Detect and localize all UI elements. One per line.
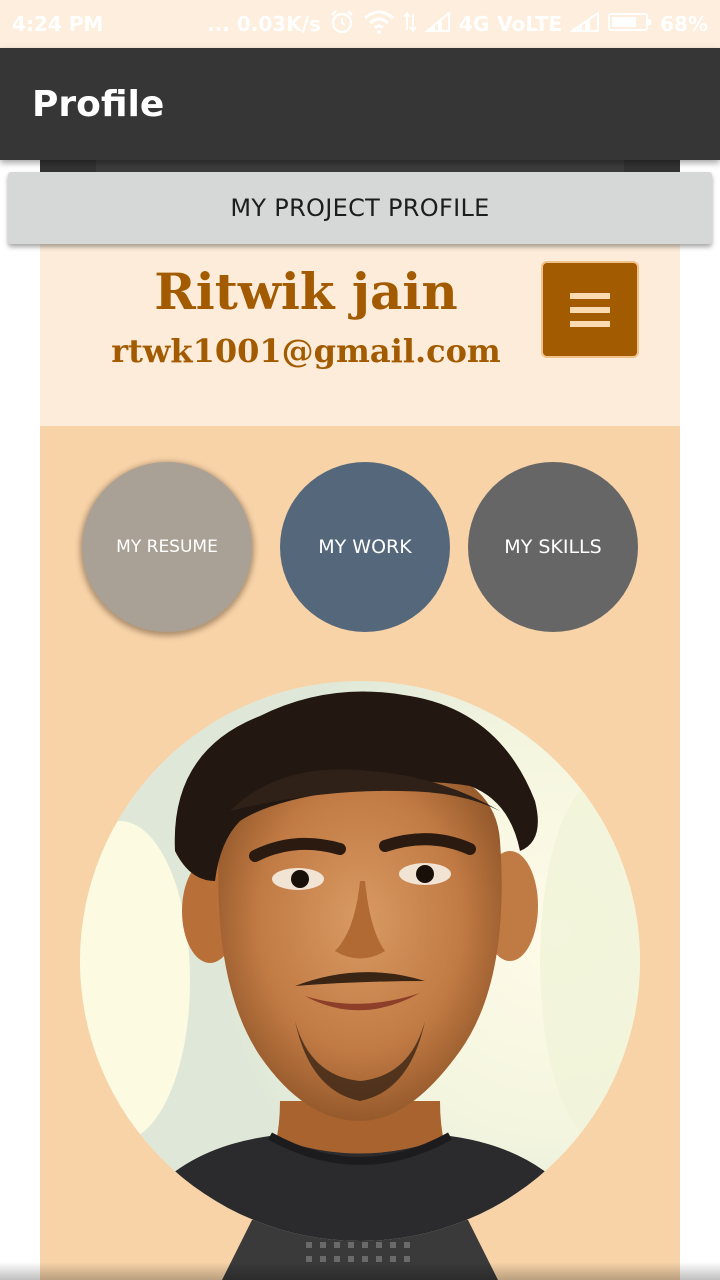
my-skills-label: MY SKILLS (504, 536, 602, 558)
status-right: ... 0.03K/s 4G VoLTE 68% (207, 9, 708, 40)
profile-name: Ritwik jain (154, 262, 458, 321)
signal-icon (424, 10, 451, 38)
bottom-fade (0, 1262, 720, 1280)
alarm-icon (329, 9, 355, 40)
status-left: 4:24 PM (12, 12, 103, 36)
profile-photo (80, 681, 640, 1241)
app-title: Profile (32, 83, 165, 125)
app-bar: Profile (0, 48, 720, 160)
my-work-label: MY WORK (318, 536, 412, 558)
data-arrows-icon (403, 10, 417, 39)
network-type: 4G (458, 12, 490, 36)
my-skills-button[interactable]: MY SKILLS (468, 462, 638, 632)
my-resume-label: MY RESUME (116, 537, 218, 557)
menu-button[interactable] (541, 261, 639, 358)
signal-icon-2 (568, 10, 600, 38)
battery-percent: 68% (660, 12, 708, 36)
project-profile-bar[interactable]: MY PROJECT PROFILE (8, 172, 712, 244)
volte-label: VoLTE (497, 12, 563, 36)
wifi-icon (363, 10, 395, 39)
network-speed: ... 0.03K/s (207, 12, 321, 36)
battery-icon (608, 11, 652, 38)
my-resume-button[interactable]: MY RESUME (82, 462, 252, 632)
status-bar: 4:24 PM ... 0.03K/s 4G VoLTE 68% (0, 0, 720, 48)
profile-email[interactable]: rtwk1001@gmail.com (40, 332, 572, 370)
project-profile-label: MY PROJECT PROFILE (230, 194, 490, 222)
status-time: 4:24 PM (12, 12, 104, 36)
my-work-button[interactable]: MY WORK (280, 462, 450, 632)
hamburger-menu-icon (570, 292, 610, 327)
